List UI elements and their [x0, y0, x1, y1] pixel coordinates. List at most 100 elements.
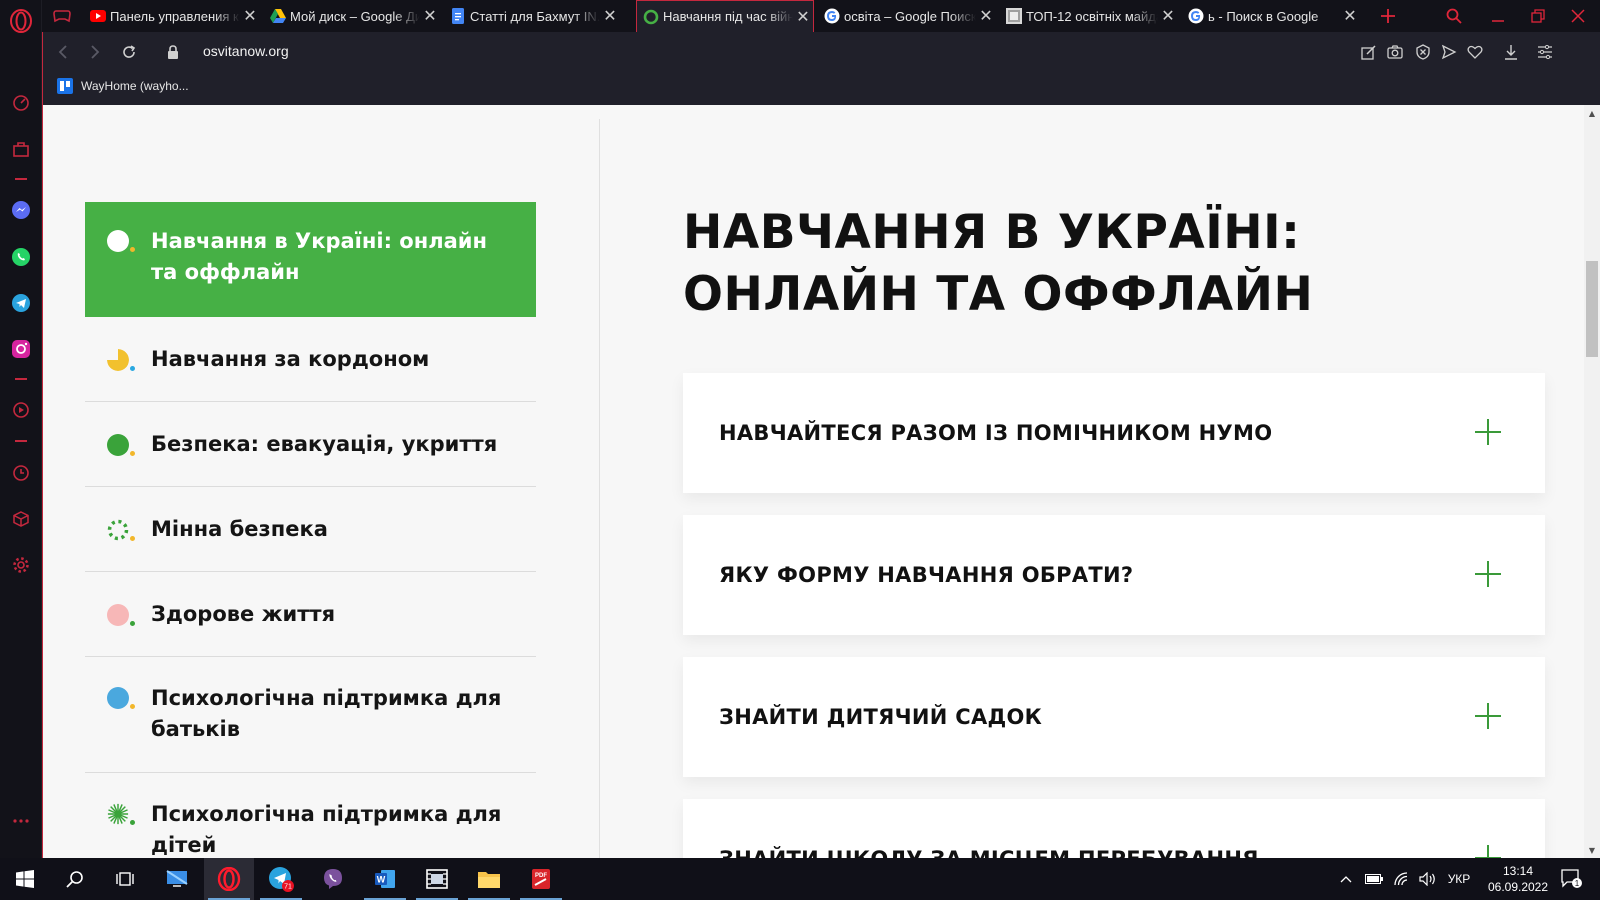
battery-icon[interactable] [1362, 858, 1386, 900]
windows-start-icon[interactable] [0, 858, 50, 900]
bookmark-wayhome[interactable]: WayHome (wayho... [57, 78, 189, 94]
page-scrollbar[interactable]: ▲ ▼ [1584, 105, 1600, 858]
network-icon[interactable] [1390, 858, 1414, 900]
gaming-tab-icon[interactable] [42, 0, 82, 32]
accordion-title: ЗНАЙТИ ШКОЛУ ЗА МІСЦЕМ ПЕРЕБУВАННЯ [719, 847, 1259, 858]
accordion-item-form[interactable]: ЯКУ ФОРМУ НАВЧАННЯ ОБРАТИ? [683, 515, 1545, 635]
clock[interactable]: 13:14 06.09.2022 [1478, 863, 1558, 895]
tab-top12[interactable]: ТОП-12 освітніх майда ✕ [1000, 0, 1178, 32]
accordion-item-kindergarten[interactable]: ЗНАЙТИ ДИТЯЧИЙ САДОК [683, 657, 1545, 777]
tab-close-icon[interactable]: ✕ [1340, 6, 1360, 26]
tab-title: Статті для Бахмут IN.U [470, 8, 600, 24]
task-view-icon[interactable] [100, 858, 150, 900]
volume-icon[interactable] [1416, 858, 1440, 900]
menu-item-safety-evacuation[interactable]: Безпека: евакуація, укриття [85, 402, 536, 487]
shopping-icon[interactable] [10, 138, 32, 160]
whatsapp-icon[interactable] [10, 246, 32, 268]
messenger-icon[interactable] [10, 199, 32, 221]
menu-item-learning-abroad[interactable]: Навчання за кордоном [85, 317, 536, 402]
player-icon[interactable] [10, 399, 32, 421]
menu-item-label: Навчання за кордоном [151, 346, 430, 371]
tab-google-search-2[interactable]: ь - Поиск в Google ✕ [1182, 0, 1360, 32]
topic-menu: Навчання в Україні: онлайн та оффлайн На… [85, 202, 536, 858]
history-icon[interactable] [10, 462, 32, 484]
tab-close-icon[interactable]: ✕ [420, 6, 440, 26]
tab-title: освіта – Google Поиск [844, 8, 976, 24]
expand-plus-icon[interactable] [1475, 845, 1501, 858]
search-icon[interactable] [50, 858, 100, 900]
easy-setup-icon[interactable] [1535, 42, 1555, 62]
tab-close-icon[interactable]: ✕ [976, 6, 996, 26]
bookmark-label: WayHome (wayho... [81, 79, 189, 93]
send-to-flow-icon[interactable] [1439, 42, 1459, 62]
menu-item-mine-safety[interactable]: Мінна безпека [85, 487, 536, 572]
telegram-icon[interactable] [10, 292, 32, 314]
more-options-icon[interactable] [10, 810, 32, 832]
youtube-studio-icon [90, 8, 106, 24]
edit-icon[interactable] [1359, 42, 1379, 62]
search-tabs-icon[interactable] [1434, 0, 1474, 32]
restore-icon[interactable] [1518, 0, 1558, 32]
word-icon[interactable]: W [360, 858, 410, 900]
tab-google-docs[interactable]: Статті для Бахмут IN.U ✕ [444, 0, 620, 32]
tab-google-search-osvita[interactable]: освіта – Google Поиск ✕ [818, 0, 996, 32]
url-input[interactable]: osvitanow.org [203, 43, 289, 59]
adblock-icon[interactable] [1413, 42, 1433, 62]
menu-item-psych-parents[interactable]: Психологічна підтримка для батьків [85, 657, 536, 773]
viber-icon[interactable] [308, 858, 358, 900]
desktop-app-icon[interactable] [152, 858, 202, 900]
scroll-down-icon[interactable]: ▼ [1584, 842, 1600, 858]
green-dot-icon [107, 432, 135, 458]
tab-title: ТОП-12 освітніх майда [1026, 8, 1158, 24]
expand-plus-icon[interactable] [1475, 703, 1501, 729]
scroll-up-icon[interactable]: ▲ [1584, 105, 1600, 121]
site-favicon-icon [1006, 8, 1022, 24]
tab-title: ь - Поиск в Google [1208, 8, 1319, 24]
google-drive-icon [270, 8, 286, 24]
green-burst-icon [107, 801, 135, 827]
opera-taskbar-icon[interactable] [204, 858, 254, 900]
extensions-icon[interactable] [10, 508, 32, 530]
tab-youtube-studio[interactable]: Панель управления ка ✕ [84, 0, 260, 32]
accordion-item-numo[interactable]: НАВЧАЙТЕСЯ РАЗОМ ІЗ ПОМІЧНИКОМ НУМО [683, 373, 1545, 493]
tab-title: Мой диск – Google Ди [290, 8, 420, 24]
file-explorer-icon[interactable] [464, 858, 514, 900]
lock-icon[interactable] [161, 40, 185, 64]
tab-close-icon[interactable]: ✕ [240, 6, 260, 26]
tab-close-icon[interactable]: ✕ [793, 7, 813, 27]
notifications-count: 1 [1575, 879, 1580, 888]
notifications-icon[interactable]: 1 [1552, 858, 1592, 900]
accordion-item-school[interactable]: ЗНАЙТИ ШКОЛУ ЗА МІСЦЕМ ПЕРЕБУВАННЯ [683, 799, 1545, 858]
show-hidden-icons-icon[interactable] [1336, 858, 1356, 900]
tab-close-icon[interactable]: ✕ [600, 6, 620, 26]
menu-item-learning-ukraine[interactable]: Навчання в Україні: онлайн та оффлайн [85, 202, 536, 317]
new-tab-plus-icon[interactable] [1368, 0, 1408, 32]
settings-icon[interactable] [10, 554, 32, 576]
expand-plus-icon[interactable] [1475, 419, 1501, 445]
minimize-icon[interactable] [1478, 0, 1518, 32]
tab-google-drive[interactable]: Мой диск – Google Ди ✕ [264, 0, 440, 32]
telegram-taskbar-icon[interactable]: 71 [256, 858, 306, 900]
bookmark-heart-icon[interactable] [1465, 42, 1485, 62]
scrollbar-thumb[interactable] [1586, 261, 1598, 357]
downloads-icon[interactable] [1501, 42, 1521, 62]
opera-menu-icon[interactable] [9, 9, 33, 33]
tab-osvitanow-active[interactable]: Навчання під час війн ✕ [636, 0, 814, 32]
expand-plus-icon[interactable] [1475, 561, 1501, 587]
snapshot-camera-icon[interactable] [1385, 42, 1405, 62]
video-editor-icon[interactable] [412, 858, 462, 900]
language-indicator[interactable]: УКР [1442, 858, 1476, 900]
pdf-editor-icon[interactable]: PDF [516, 858, 566, 900]
menu-item-healthy-life[interactable]: Здорове життя [85, 572, 536, 657]
menu-item-psych-children[interactable]: Психологічна підтримка для дітей [85, 773, 536, 858]
reload-icon[interactable] [117, 40, 141, 64]
instagram-icon[interactable] [10, 338, 32, 360]
tab-close-icon[interactable]: ✕ [1158, 6, 1178, 26]
accordion-title: НАВЧАЙТЕСЯ РАЗОМ ІЗ ПОМІЧНИКОМ НУМО [719, 421, 1273, 445]
menu-item-label: Психологічна підтримка для дітей [151, 802, 502, 857]
forward-icon[interactable] [83, 40, 107, 64]
back-icon[interactable] [51, 40, 75, 64]
speed-dial-icon[interactable] [10, 92, 32, 114]
close-window-icon[interactable] [1558, 0, 1598, 32]
google-icon [824, 8, 840, 24]
